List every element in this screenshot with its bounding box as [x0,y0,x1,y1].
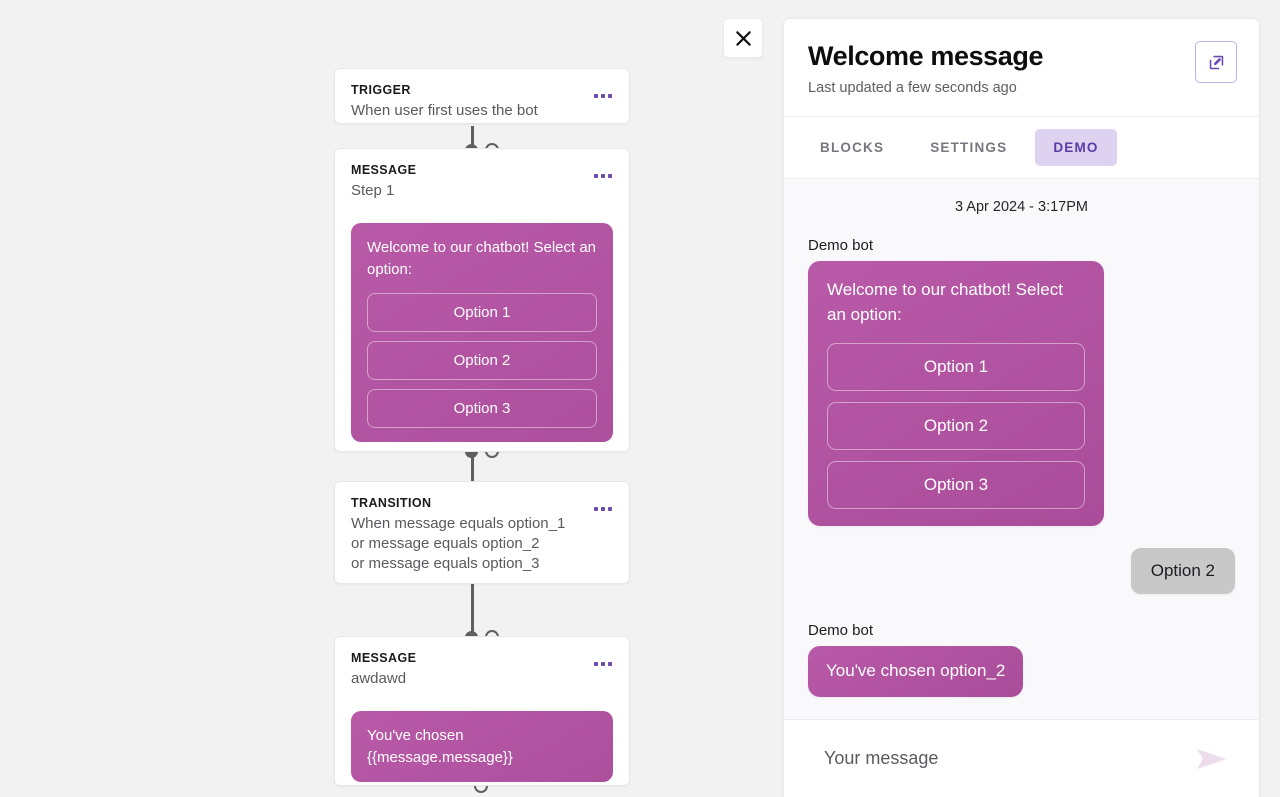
flow-node-transition[interactable]: TRANSITION When message equals option_1 … [334,481,630,584]
message-preview-bubble: You've chosen {{message.message}} [351,710,613,783]
bubble-option[interactable]: Option 3 [367,389,597,429]
bubble-options: Option 1 Option 2 Option 3 [367,293,597,429]
node-kind-label: TRANSITION [351,496,432,510]
chat-message-bot-reply: Demo bot You've chosen option_2 [808,622,1235,697]
send-message-button[interactable] [1191,742,1233,776]
tab-blocks[interactable]: BLOCKS [802,129,902,166]
node-kind-label: MESSAGE [351,163,417,177]
bubble-option[interactable]: Option 2 [367,341,597,381]
chat-message-user: Option 2 [808,548,1235,595]
ellipsis-icon[interactable] [591,171,615,181]
edit-button[interactable] [1195,41,1237,83]
flow-node-message-step-1[interactable]: MESSAGE Step 1 Welcome to our chatbot! S… [334,148,630,452]
message-sender-label: Demo bot [808,237,874,255]
panel-header: Welcome message Last updated a few secon… [784,19,1259,118]
bubble-text: Welcome to our chatbot! Select an option… [827,280,1063,324]
flow-canvas[interactable]: TRIGGER When user first uses the bot MES… [0,0,722,797]
bubble-text: You've chosen {{message.message}} [367,726,513,766]
demo-chat-area: 3 Apr 2024 - 3:17PM Demo bot Welcome to … [784,179,1259,719]
message-sender-label: Demo bot [808,622,874,640]
bubble-option[interactable]: Option 1 [367,293,597,333]
node-title: When user first uses the bot [351,101,538,119]
user-message-bubble: Option 2 [1130,548,1235,595]
send-paper-plane-icon [1197,748,1226,769]
node-title: Step 1 [351,181,395,199]
bubble-options: Option 1 Option 2 Option 3 [827,343,1085,510]
last-updated-text: Last updated a few seconds ago [808,80,1017,97]
demo-option-button[interactable]: Option 2 [827,402,1085,451]
ellipsis-icon[interactable] [591,659,615,669]
bot-message-bubble: You've chosen option_2 [808,646,1024,697]
demo-option-button[interactable]: Option 3 [827,461,1085,510]
node-kind-label: TRIGGER [351,83,411,97]
app-root: TRIGGER When user first uses the bot MES… [0,0,1280,797]
message-composer [784,719,1259,797]
bubble-text: You've chosen option_2 [826,661,1006,681]
detail-side-panel: Welcome message Last updated a few secon… [783,18,1260,797]
demo-option-button[interactable]: Option 1 [827,343,1085,392]
bubble-text: Welcome to our chatbot! Select an option… [367,238,597,278]
tab-settings[interactable]: SETTINGS [912,129,1025,166]
panel-tabs: BLOCKS SETTINGS DEMO [784,117,1259,180]
tab-demo[interactable]: DEMO [1035,129,1117,167]
bot-message-bubble: Welcome to our chatbot! Select an option… [808,261,1104,527]
chat-message-bot: Demo bot Welcome to our chatbot! Select … [808,237,1235,527]
node-title: When message equals option_1 or message … [351,514,566,573]
ellipsis-icon[interactable] [591,504,615,514]
message-preview-bubble: Welcome to our chatbot! Select an option… [351,222,613,443]
node-header: TRIGGER When user first uses the bot [335,69,629,121]
node-kind-label: MESSAGE [351,651,417,665]
message-input[interactable] [822,747,1191,770]
node-header: MESSAGE awdawd [335,637,629,689]
close-panel-button[interactable] [723,18,763,58]
node-body: Welcome to our chatbot! Select an option… [335,201,629,459]
flow-node-trigger[interactable]: TRIGGER When user first uses the bot [334,68,630,124]
chat-date-divider: 3 Apr 2024 - 3:17PM [955,199,1088,216]
close-icon [735,30,751,46]
flow-node-message-awdawd[interactable]: MESSAGE awdawd You've chosen {{message.m… [334,636,630,786]
node-header: MESSAGE Step 1 [335,149,629,201]
ellipsis-icon[interactable] [591,91,615,101]
page-title: Welcome message [808,41,1044,71]
node-body: You've chosen {{message.message}} [335,689,629,797]
node-title: awdawd [351,669,407,687]
node-header: TRANSITION When message equals option_1 … [335,482,629,574]
edit-square-icon [1209,55,1223,69]
